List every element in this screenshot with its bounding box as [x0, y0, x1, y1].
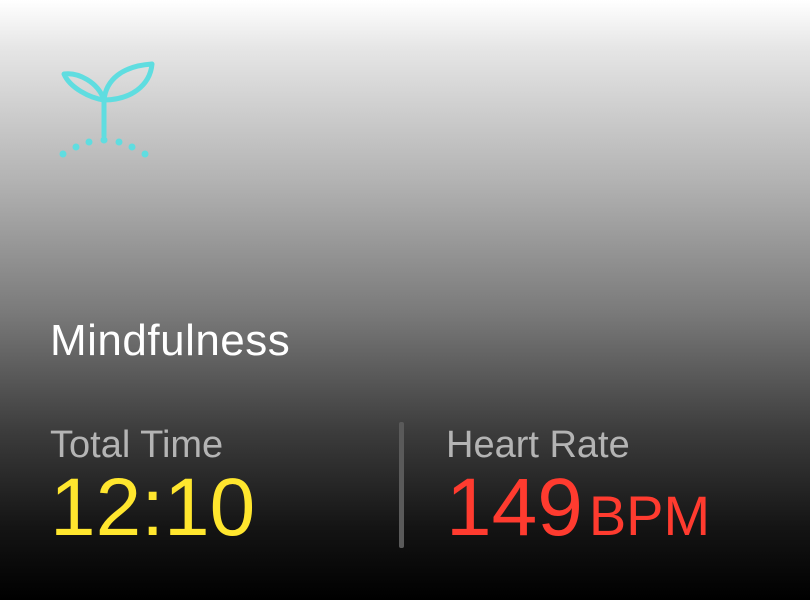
heart-rate-unit: BPM — [588, 484, 711, 547]
workout-title: Mindfulness — [50, 316, 291, 365]
heart-rate-reading: 149 BPM — [446, 467, 711, 556]
total-time-value: 12:10 — [50, 462, 256, 553]
sprout-icon — [59, 61, 155, 158]
total-time-metric: Total Time 12:10 — [50, 420, 256, 553]
heart-rate-value: 149 — [446, 462, 583, 553]
heart-rate-metric: Heart Rate 149 BPM — [446, 420, 710, 556]
metric-divider — [399, 422, 404, 548]
